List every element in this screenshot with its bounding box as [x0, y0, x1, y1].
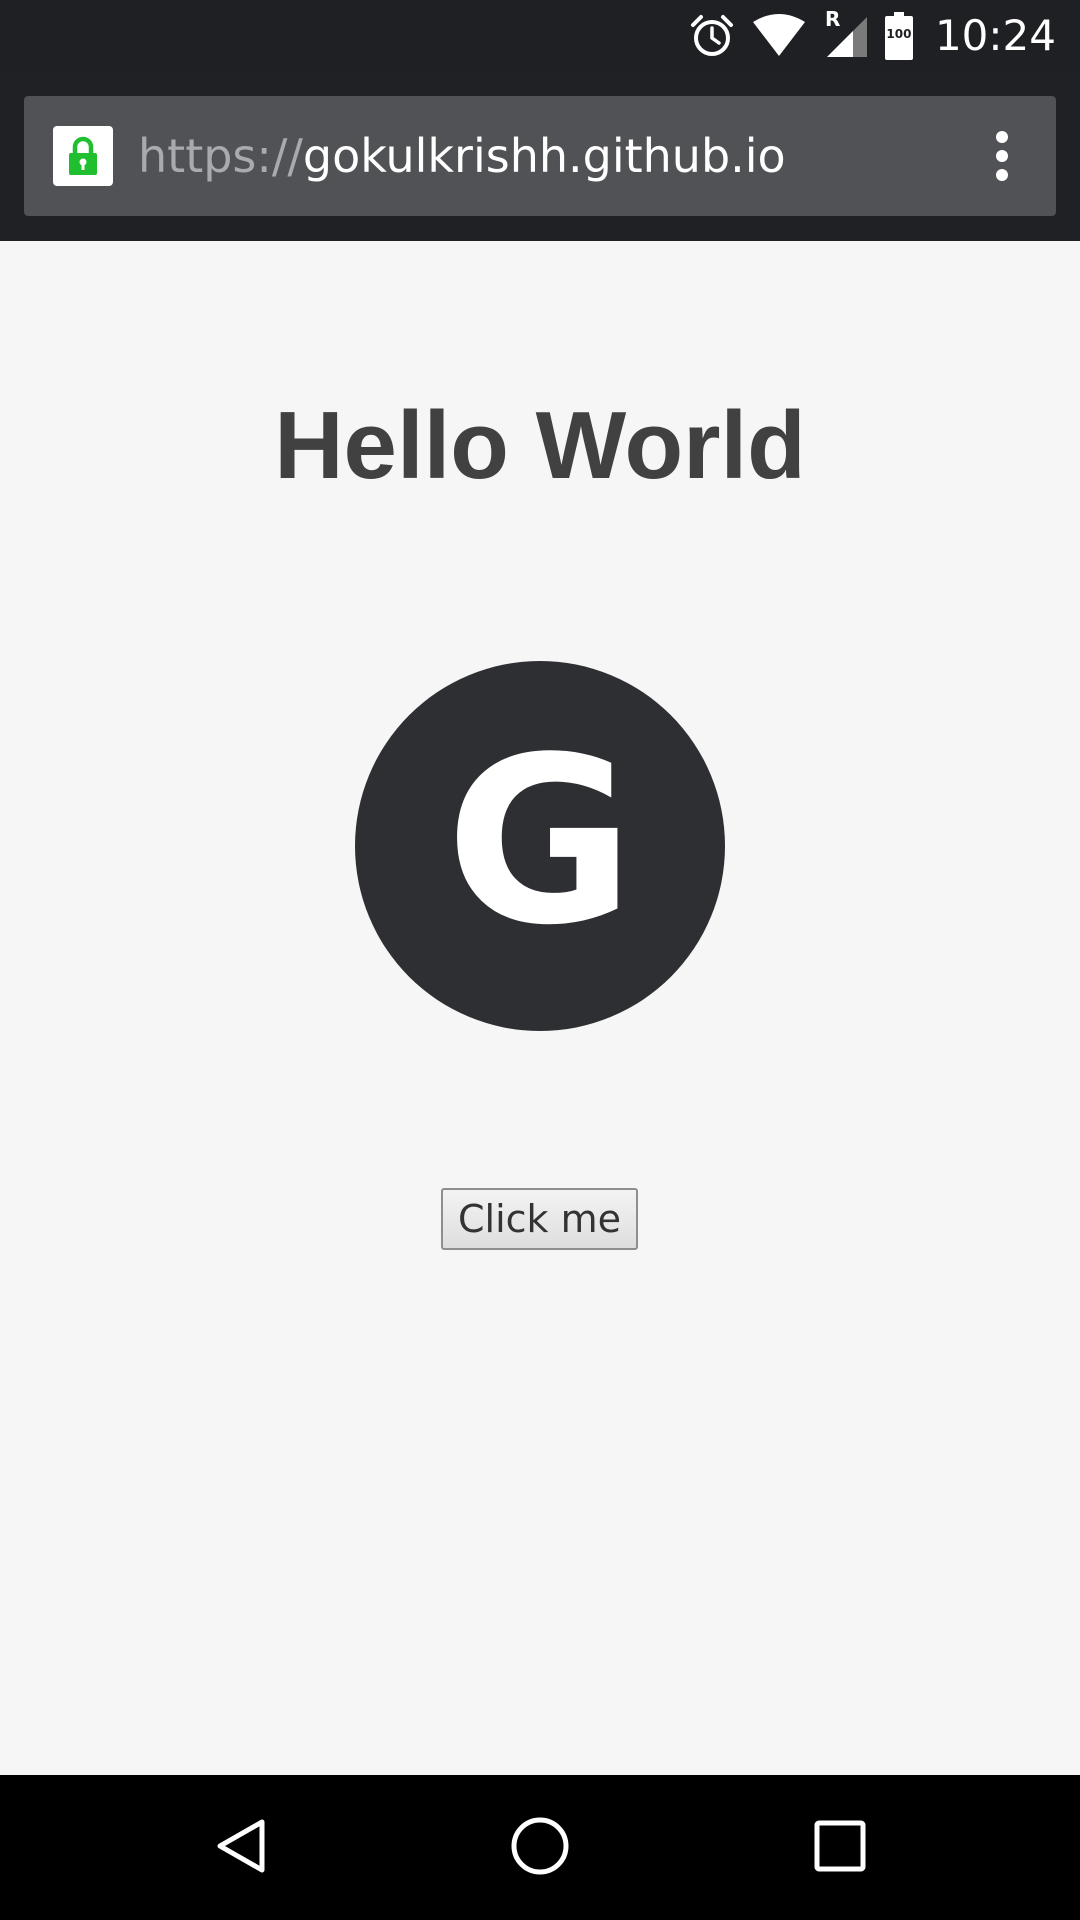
url-host: gokulkrishh.github.io: [302, 129, 786, 183]
status-time: 10:24: [934, 11, 1056, 60]
wifi-icon: [752, 13, 805, 56]
lock-icon[interactable]: [53, 126, 113, 186]
click-me-button[interactable]: Click me: [441, 1188, 638, 1250]
battery-icon: 100: [884, 11, 913, 60]
avatar: G: [355, 661, 725, 1031]
alarm-icon: [690, 14, 733, 56]
browser-toolbar: https://gokulkrishh.github.io: [0, 71, 1080, 241]
recents-icon[interactable]: [795, 1801, 885, 1891]
home-icon[interactable]: [495, 1801, 585, 1891]
avatar-letter: G: [445, 709, 635, 976]
signal-icon: R: [823, 7, 869, 59]
battery-level: 100: [886, 26, 912, 41]
roaming-label: R: [824, 6, 841, 31]
url-text[interactable]: https://gokulkrishh.github.io: [138, 96, 786, 216]
status-icons: R 100 10:24: [689, 0, 1056, 71]
back-icon[interactable]: [195, 1801, 285, 1891]
status-bar: R 100 10:24: [0, 0, 1080, 71]
overflow-menu-icon[interactable]: [972, 126, 1032, 186]
web-page: Hello World G Click me: [0, 241, 1080, 1775]
url-bar[interactable]: https://gokulkrishh.github.io: [24, 96, 1056, 216]
navigation-bar: [0, 1775, 1080, 1920]
page-heading: Hello World: [274, 392, 806, 499]
url-scheme: https://: [138, 129, 303, 183]
